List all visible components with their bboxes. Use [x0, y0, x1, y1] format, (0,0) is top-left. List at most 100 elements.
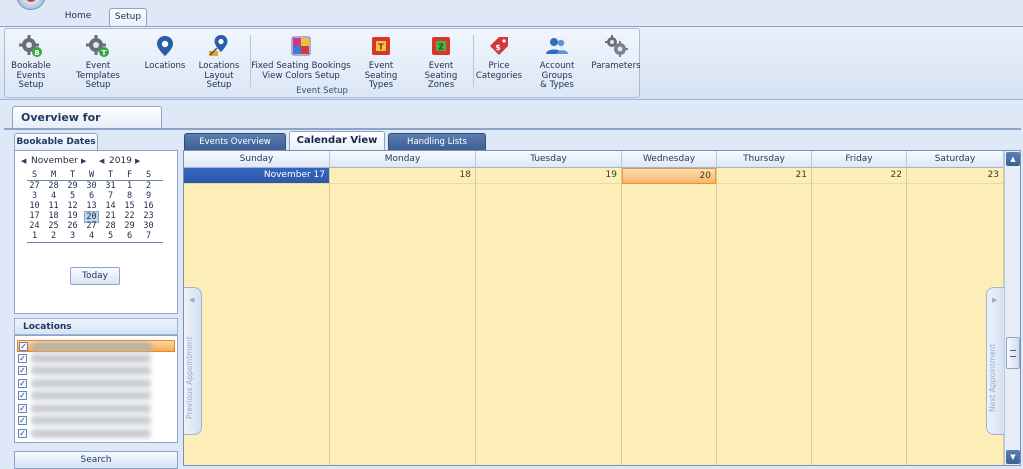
calendar-day[interactable]: 14	[103, 201, 118, 211]
scroll-down-icon[interactable]: ▼	[1006, 450, 1020, 464]
calendar-day[interactable]: 2	[46, 231, 61, 241]
locations-button[interactable]: Locations	[141, 29, 189, 89]
calendar-day[interactable]: 15	[122, 201, 137, 211]
event-seating-types-button[interactable]: T Event Seating Types	[351, 29, 411, 90]
prev-month-icon[interactable]: ◀	[21, 155, 26, 167]
day-date-label[interactable]: 18	[330, 168, 475, 184]
calendar-day[interactable]: 2	[141, 181, 156, 191]
calendar-day[interactable]: 30	[141, 221, 156, 231]
bookable-events-setup-button[interactable]: B Bookable Events Setup	[7, 29, 55, 90]
calendar-day[interactable]: 27	[27, 181, 42, 191]
day-date-label[interactable]: 22	[812, 168, 906, 184]
location-checkbox[interactable]: ✓	[18, 391, 27, 400]
calendar-day[interactable]: 1	[27, 231, 42, 241]
calendar-day[interactable]: 21	[103, 211, 118, 221]
location-row[interactable]: ✓	[17, 428, 175, 440]
calendar-day[interactable]: 1	[122, 181, 137, 191]
scroll-up-icon[interactable]: ▲	[1006, 152, 1020, 166]
app-menu-button[interactable]	[16, 0, 46, 10]
location-row[interactable]: ✓	[17, 390, 175, 402]
day-date-label[interactable]: 23	[907, 168, 1003, 184]
calendar-day[interactable]: 24	[27, 221, 42, 231]
vertical-scrollbar[interactable]: ▲ ▼	[1004, 151, 1020, 465]
today-button[interactable]: Today	[70, 267, 120, 285]
next-month-icon[interactable]: ▶	[81, 155, 86, 167]
location-row[interactable]: ✓	[17, 415, 175, 427]
day-date-label[interactable]: 20	[622, 168, 716, 184]
location-row[interactable]: ✓	[17, 378, 175, 390]
calendar-day[interactable]: 25	[46, 221, 61, 231]
calendar-day[interactable]: 3	[65, 231, 80, 241]
location-checkbox[interactable]: ✓	[18, 428, 27, 438]
mini-calendar-month[interactable]: November	[31, 155, 78, 167]
search-button[interactable]: Search	[14, 451, 178, 469]
calendar-day[interactable]: 28	[103, 221, 118, 231]
tab-events-overview[interactable]: Events Overview	[184, 133, 286, 150]
day-column[interactable]: 22	[812, 168, 907, 465]
calendar-day[interactable]: 11	[46, 201, 61, 211]
calendar-day[interactable]: 7	[103, 191, 118, 201]
calendar-day[interactable]: 6	[122, 231, 137, 241]
location-row[interactable]: ✓	[17, 353, 175, 365]
calendar-day[interactable]: 16	[141, 201, 156, 211]
location-checkbox[interactable]: ✓	[18, 403, 27, 413]
calendar-day[interactable]: 31	[103, 181, 118, 191]
calendar-day[interactable]: 3	[27, 191, 42, 201]
calendar-day[interactable]: 13	[84, 201, 99, 211]
calendar-day[interactable]: 22	[122, 211, 137, 221]
bookable-dates-tab[interactable]: Bookable Dates	[14, 133, 98, 150]
mini-calendar-year[interactable]: 2019	[109, 155, 132, 167]
day-column[interactable]: 20	[622, 168, 717, 465]
event-seating-zones-button[interactable]: Z Event Seating Zones	[411, 29, 471, 90]
calendar-day[interactable]: 30	[84, 181, 99, 191]
calendar-day[interactable]: 9	[141, 191, 156, 201]
calendar-day[interactable]: 5	[103, 231, 118, 241]
calendar-day[interactable]: 4	[84, 231, 99, 241]
location-checkbox[interactable]: ✓	[18, 353, 27, 363]
parameters-button[interactable]: Parameters	[591, 29, 641, 89]
location-checkbox[interactable]: ✓	[18, 378, 27, 388]
calendar-day[interactable]: 12	[65, 201, 80, 211]
day-column[interactable]: 21	[717, 168, 812, 465]
event-templates-setup-button[interactable]: T Event Templates Setup	[63, 29, 133, 90]
location-checkbox[interactable]: ✓	[18, 416, 27, 425]
day-date-label[interactable]: 19	[476, 168, 621, 184]
day-date-label[interactable]: November 17	[184, 168, 329, 184]
calendar-day[interactable]: 6	[84, 191, 99, 201]
next-appointment-button[interactable]: ▶ Next Appointment	[986, 287, 1004, 435]
calendar-day[interactable]: 17	[27, 211, 42, 221]
calendar-day[interactable]: 23	[141, 211, 156, 221]
next-year-icon[interactable]: ▶	[135, 155, 140, 167]
calendar-day[interactable]: 10	[27, 201, 42, 211]
tab-setup[interactable]: Setup	[109, 8, 147, 26]
location-row[interactable]: ✓	[17, 403, 175, 415]
locations-layout-setup-button[interactable]: Locations Layout Setup	[191, 29, 247, 90]
calendar-day[interactable]: 4	[46, 191, 61, 201]
location-checkbox[interactable]: ✓	[19, 342, 28, 351]
calendar-day[interactable]: 18	[46, 211, 61, 221]
calendar-day[interactable]: 29	[65, 181, 80, 191]
location-row[interactable]: ✓	[17, 365, 175, 377]
prev-year-icon[interactable]: ◀	[99, 155, 104, 167]
calendar-day[interactable]: 29	[122, 221, 137, 231]
calendar-day[interactable]: 8	[122, 191, 137, 201]
day-date-label[interactable]: 21	[717, 168, 811, 184]
calendar-day[interactable]: 19	[65, 211, 80, 221]
tab-calendar-view[interactable]: Calendar View	[289, 131, 385, 150]
price-categories-button[interactable]: $ Price Categories	[475, 29, 523, 89]
calendar-day[interactable]: 5	[65, 191, 80, 201]
calendar-day[interactable]: 7	[141, 231, 156, 241]
account-groups-types-button[interactable]: Account Groups & Types	[525, 29, 589, 90]
previous-appointment-button[interactable]: ◀ Previous Appointment	[184, 287, 202, 435]
day-column[interactable]: 19	[476, 168, 622, 465]
day-column[interactable]: 18	[330, 168, 476, 465]
day-column[interactable]: November 17	[184, 168, 330, 465]
tab-home[interactable]: Home	[56, 8, 100, 26]
calendar-day[interactable]: 26	[65, 221, 80, 231]
calendar-day[interactable]: 27	[84, 221, 99, 231]
tab-handling-lists[interactable]: Handling Lists	[388, 133, 486, 150]
calendar-day[interactable]: 28	[46, 181, 61, 191]
location-checkbox[interactable]: ✓	[18, 366, 27, 375]
location-row[interactable]: ✓	[17, 340, 175, 352]
fixed-seating-colors-setup-button[interactable]: Fixed Seating Bookings View Colors Setup	[251, 29, 351, 89]
